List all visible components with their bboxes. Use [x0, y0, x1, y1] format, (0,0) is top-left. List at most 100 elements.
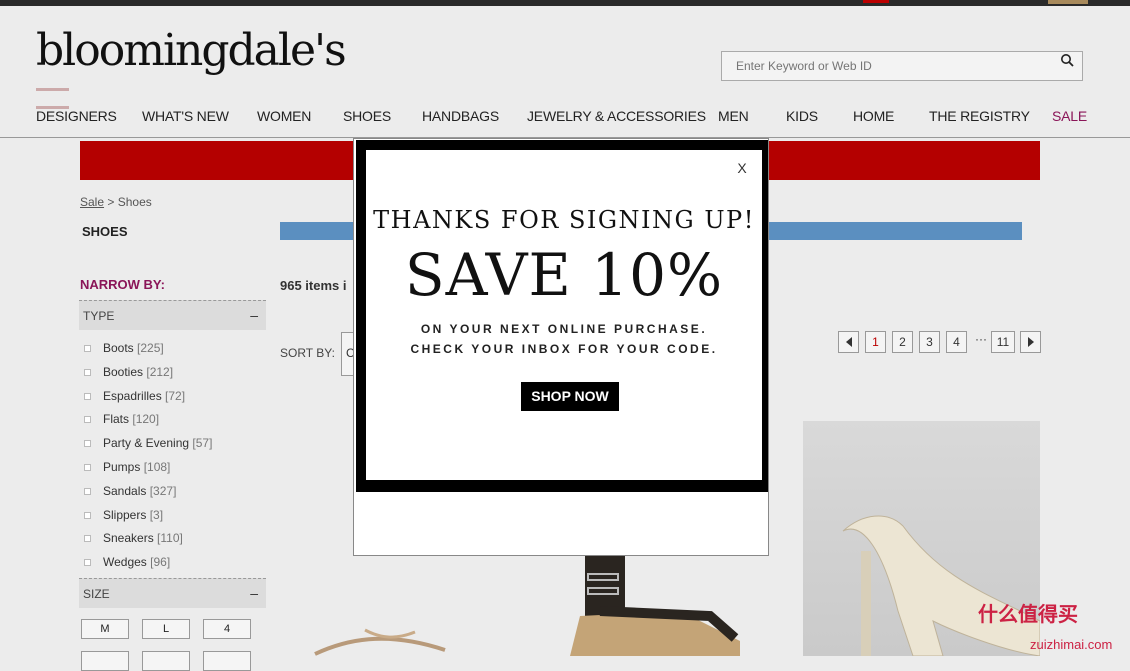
filter-count: [57]	[192, 436, 213, 450]
filter-label: Slippers	[103, 508, 147, 522]
filter-espadrilles[interactable]: Espadrilles [72]	[84, 389, 185, 405]
search-icon[interactable]	[1060, 53, 1074, 67]
size-option-4[interactable]: 4	[203, 619, 251, 639]
shop-now-button[interactable]: SHOP NOW	[521, 382, 619, 411]
modal-offer: SAVE 10%	[404, 241, 724, 309]
nav-handbags[interactable]: HANDBAGS	[422, 108, 499, 124]
size-option[interactable]	[203, 651, 251, 671]
modal-headline: THANKS FOR SIGNING UP!	[373, 206, 755, 234]
collapse-icon[interactable]: –	[250, 307, 258, 323]
narrow-by-heading: NARROW BY:	[80, 277, 165, 292]
watermark-text: 什么值得买	[978, 604, 1078, 626]
filter-boots[interactable]: Boots [225]	[84, 341, 164, 357]
filter-label: Wedges	[103, 555, 147, 569]
breadcrumb-current: Shoes	[117, 195, 152, 209]
top-strip-gold-accent	[1048, 0, 1088, 4]
filter-count: [120]	[132, 412, 160, 426]
filter-sneakers[interactable]: Sneakers [110]	[84, 531, 183, 547]
top-strip	[0, 0, 1130, 6]
size-option-m[interactable]: M	[81, 619, 129, 639]
modal-content: X THANKS FOR SIGNING UP! SAVE 10% ON YOU…	[366, 150, 762, 480]
breadcrumb-sale-link[interactable]: Sale	[80, 195, 104, 209]
filter-count: [110]	[157, 531, 183, 545]
arrow-right-icon	[1027, 337, 1034, 347]
site-logo[interactable]: bloomingdale's	[36, 26, 347, 76]
size-option[interactable]	[142, 651, 190, 671]
checkbox-icon[interactable]	[84, 559, 91, 567]
signup-modal: X THANKS FOR SIGNING UP! SAVE 10% ON YOU…	[353, 138, 769, 556]
page-title: SHOES	[82, 224, 128, 239]
nav-whats-new[interactable]: WHAT'S NEW	[142, 108, 229, 124]
filter-count: [225]	[137, 341, 164, 355]
modal-line-1: ON YOUR NEXT ONLINE PURCHASE.	[420, 322, 708, 336]
main-nav: DESIGNERS WHAT'S NEW WOMEN SHOES HANDBAG…	[0, 100, 1130, 138]
filter-pumps[interactable]: Pumps [108]	[84, 460, 170, 476]
pager-page-3[interactable]: 3	[919, 331, 940, 353]
filter-sandals[interactable]: Sandals [327]	[84, 484, 176, 500]
items-count: 965 items i	[280, 278, 347, 293]
checkbox-icon[interactable]	[84, 416, 91, 424]
pager-next-button[interactable]	[1020, 331, 1041, 353]
filter-count: [96]	[150, 555, 171, 569]
size-option[interactable]	[81, 651, 129, 671]
checkbox-icon[interactable]	[84, 488, 91, 496]
filter-count: [212]	[146, 365, 174, 379]
checkbox-icon[interactable]	[84, 345, 91, 353]
close-button[interactable]: X	[732, 157, 752, 179]
nav-home[interactable]: HOME	[853, 108, 894, 124]
filter-label: Boots	[103, 341, 134, 355]
filter-slippers[interactable]: Slippers [3]	[84, 508, 163, 524]
collapse-icon[interactable]: –	[250, 585, 258, 601]
nav-shoes[interactable]: SHOES	[343, 108, 391, 124]
filter-count: [72]	[165, 389, 186, 403]
pager-prev-button[interactable]	[838, 331, 859, 353]
checkbox-icon[interactable]	[84, 464, 91, 472]
filter-label: Booties	[103, 365, 144, 379]
filter-label: Espadrilles	[103, 389, 162, 403]
checkbox-icon[interactable]	[84, 440, 91, 448]
facet-size-label: SIZE	[83, 587, 110, 601]
filter-label: Sneakers	[103, 531, 154, 545]
search-bar	[721, 51, 1083, 81]
product-image-wedge[interactable]	[560, 556, 750, 656]
top-strip-red-accent	[863, 0, 889, 3]
filter-flats[interactable]: Flats [120]	[84, 412, 159, 428]
nav-kids[interactable]: KIDS	[786, 108, 818, 124]
pager-page-4[interactable]: 4	[946, 331, 967, 353]
filter-label: Party & Evening	[103, 436, 190, 450]
filter-label: Sandals	[103, 484, 147, 498]
nav-sale[interactable]: SALE	[1052, 108, 1087, 124]
checkbox-icon[interactable]	[84, 535, 91, 543]
filter-count: [3]	[149, 508, 164, 522]
product-image-sandal[interactable]	[305, 610, 455, 656]
nav-jewelry-accessories[interactable]: JEWELRY & ACCESSORIES	[527, 108, 706, 124]
nav-women[interactable]: WOMEN	[257, 108, 311, 124]
search-input[interactable]	[722, 52, 1042, 80]
pager-page-1[interactable]: 1	[865, 331, 886, 353]
filter-booties[interactable]: Booties [212]	[84, 365, 173, 381]
facet-type-header[interactable]: TYPE –	[79, 300, 266, 330]
checkbox-icon[interactable]	[84, 393, 91, 401]
nav-designers[interactable]: DESIGNERS	[36, 108, 117, 124]
sort-label: SORT BY:	[280, 346, 335, 360]
filter-label: Pumps	[103, 460, 141, 474]
checkbox-icon[interactable]	[84, 369, 91, 377]
checkbox-icon[interactable]	[84, 512, 91, 520]
breadcrumb-separator: >	[107, 195, 115, 209]
nav-registry[interactable]: THE REGISTRY	[929, 108, 1030, 124]
filter-party-evening[interactable]: Party & Evening [57]	[84, 436, 212, 452]
arrow-left-icon	[845, 337, 852, 347]
filter-count: [108]	[143, 460, 171, 474]
modal-frame: X THANKS FOR SIGNING UP! SAVE 10% ON YOU…	[356, 140, 768, 492]
breadcrumb: Sale > Shoes	[80, 195, 152, 209]
filter-count: [327]	[149, 484, 177, 498]
pager-page-last[interactable]: 11	[991, 331, 1015, 353]
facet-size-header[interactable]: SIZE –	[79, 578, 266, 608]
pager-ellipsis: ···	[975, 332, 987, 346]
pager-page-2[interactable]: 2	[892, 331, 913, 353]
facet-type-label: TYPE	[83, 309, 115, 323]
filter-label: Flats	[103, 412, 130, 426]
filter-wedges[interactable]: Wedges [96]	[84, 555, 170, 571]
nav-men[interactable]: MEN	[718, 108, 749, 124]
size-option-l[interactable]: L	[142, 619, 190, 639]
